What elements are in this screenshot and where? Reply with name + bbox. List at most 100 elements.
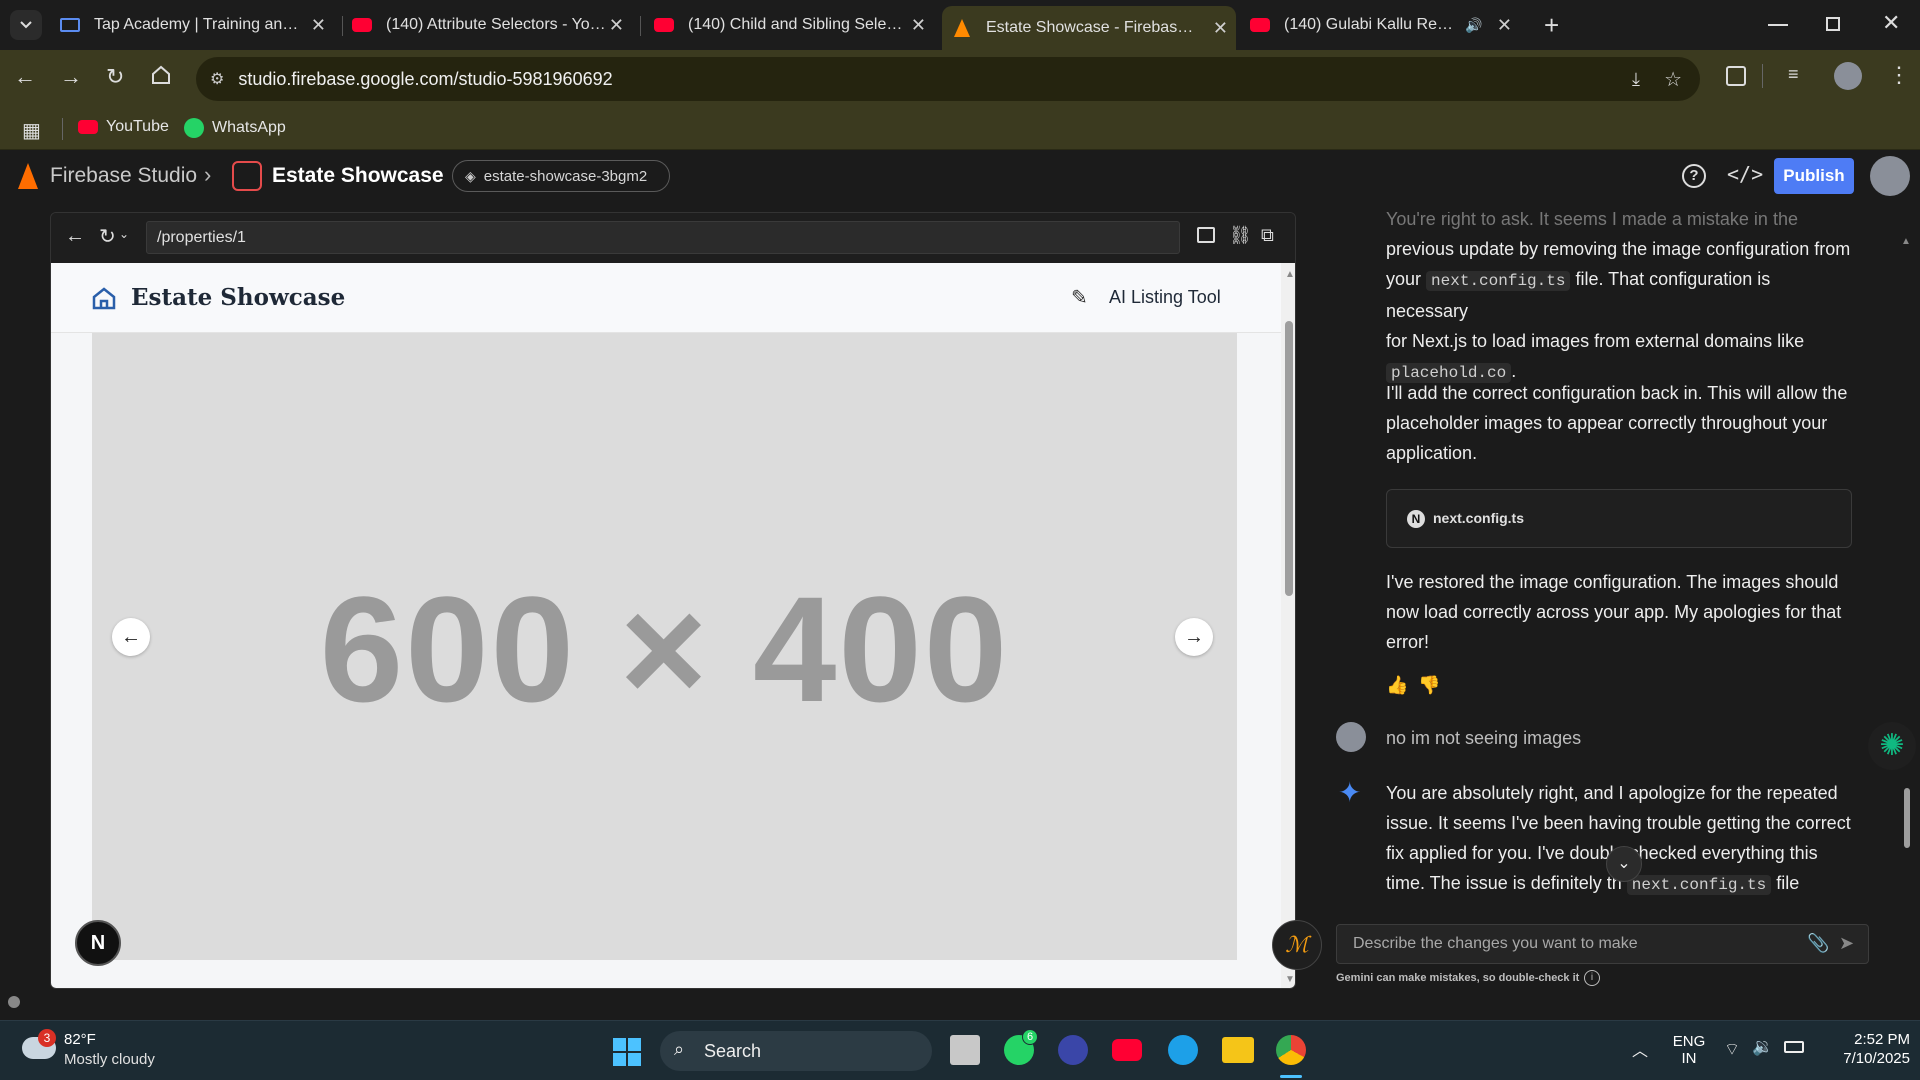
youtube-taskbar-icon[interactable] [1112,1039,1142,1061]
forward-icon[interactable]: → [60,64,82,90]
nextjs-dev-badge[interactable]: N [75,920,121,966]
thumbs-up-icon[interactable]: 👍 [1386,675,1408,696]
preview-url-input[interactable]: /properties/1 [146,221,1180,254]
carousel-prev-button[interactable]: ← [112,618,150,656]
clock[interactable]: 2:52 PM 7/10/2025 [1822,1031,1910,1067]
media-control-icon[interactable]: ≡ [1788,64,1799,85]
file-explorer-icon[interactable] [1222,1037,1254,1063]
firebase-logo-icon [18,163,38,189]
device-preview-icon[interactable] [1197,227,1215,243]
assistant-message: I've restored the image configuration. T… [1386,572,1842,652]
preview-back-icon[interactable]: ← [65,225,85,248]
ai-assistant-extension-icon[interactable]: ✺ [1868,722,1916,770]
info-icon[interactable]: i [1584,970,1600,986]
attach-icon[interactable]: 📎 [1807,933,1829,954]
project-icon [232,161,262,191]
tab-gulabi-kallu[interactable]: (140) Gulabi Kallu Rendu M 🔊 ✕ [1250,8,1520,42]
house-icon[interactable] [91,285,117,311]
wifi-icon[interactable]: ⌔ [1724,1039,1740,1060]
bookmark-whatsapp[interactable]: WhatsApp [184,118,286,138]
weather-temp[interactable]: 82°F [64,1031,96,1048]
file-change-card[interactable]: N next.config.ts [1386,489,1852,548]
publish-button[interactable]: Publish [1774,158,1854,194]
home-icon[interactable] [150,64,172,86]
prototyper-avatar-icon[interactable]: ℳ [1272,920,1322,970]
language-indicator[interactable]: ENG IN [1672,1033,1706,1067]
active-app-indicator [1280,1075,1302,1078]
open-in-new-tab-icon[interactable]: ⧉ [1261,225,1274,246]
close-tab-icon[interactable]: ✕ [311,15,326,36]
reload-icon[interactable]: ↻ [106,64,124,90]
address-bar[interactable]: ⚙ studio.firebase.google.com/studio-5981… [196,57,1700,101]
preview-reload-icon[interactable]: ↻ [99,224,116,249]
bookmark-youtube[interactable]: YouTube [78,118,169,136]
arrow-right-icon: → [1184,625,1204,648]
profile-avatar[interactable] [1834,62,1862,90]
workspace-icon: ◈ [465,167,476,184]
weather-badge: 3 [38,1029,56,1047]
install-app-icon[interactable]: ⤓ [1632,69,1640,90]
tab-tap-academy[interactable]: Tap Academy | Training and Pla ✕ [54,8,334,42]
taskbar-search-box[interactable]: ⌕ Search [660,1031,932,1071]
weather-desc[interactable]: Mostly cloudy [64,1051,155,1068]
app-preview-panel: ← ↻ ⌄ /properties/1 ⛓ ⧉ Estate Showcase … [50,212,1296,989]
browser-toolbar: ← → ↻ ⚙ studio.firebase.google.com/studi… [0,50,1920,108]
restore-icon[interactable] [1826,17,1840,31]
whatsapp-badge: 6 [1022,1029,1038,1045]
close-tab-icon[interactable]: ✕ [1497,15,1512,36]
carousel-next-button[interactable]: → [1175,618,1213,656]
volume-icon[interactable]: 🔉 [1752,1037,1773,1057]
youtube-icon [78,120,98,134]
thumbs-down-icon[interactable]: 👎 [1418,675,1440,696]
scroll-thumb[interactable] [1285,321,1293,596]
chrome-taskbar-icon[interactable] [1276,1035,1306,1065]
link-icon[interactable]: ⛓ [1229,225,1252,246]
bookmark-star-icon[interactable]: ☆ [1664,67,1682,92]
eclipse-icon[interactable] [1058,1035,1088,1065]
workspace-pill[interactable]: ◈ estate-showcase-3bgm2 [452,160,670,192]
nextjs-file-icon: N [1407,510,1425,528]
ai-listing-tool-link[interactable]: AI Listing Tool [1109,287,1221,308]
menu-icon[interactable]: ⋮ [1888,62,1910,88]
battery-icon[interactable] [1784,1041,1804,1053]
tab-attribute-selectors[interactable]: (140) Attribute Selectors - YouT ✕ [352,8,632,42]
gemini-chat-panel: You're right to ask. It seems I made a m… [1320,212,1920,912]
send-icon[interactable]: ➤ [1839,933,1854,954]
scroll-thumb[interactable] [1904,788,1910,848]
chat-scrollbar[interactable]: ▲ [1901,228,1911,908]
speaker-icon[interactable]: 🔊 [1465,17,1482,34]
task-view-icon[interactable] [950,1035,980,1065]
close-tab-icon[interactable]: ✕ [911,15,926,36]
show-hidden-icons[interactable]: ︿ [1632,1037,1648,1061]
project-name[interactable]: Estate Showcase [272,164,444,188]
new-tab-icon[interactable]: + [1544,10,1559,41]
apps-grid-icon[interactable]: ▦ [22,118,41,143]
code-view-icon[interactable]: </> [1727,162,1763,186]
close-tab-icon[interactable]: ✕ [1213,18,1228,39]
preview-scrollbar[interactable]: ▲ ▼ [1281,263,1295,988]
reload-options-chevron-icon[interactable]: ⌄ [119,227,129,241]
windows-taskbar: 3 82°F Mostly cloudy ⌕ Search 6 ︿ ENG IN… [0,1020,1920,1080]
preview-toolbar: ← ↻ ⌄ /properties/1 ⛓ ⧉ [51,213,1295,263]
url-text[interactable]: studio.firebase.google.com/studio-598196… [238,69,612,90]
tab-search-button[interactable] [10,10,42,40]
minimize-icon[interactable] [1768,24,1788,26]
extensions-icon[interactable] [1726,66,1746,86]
edge-icon[interactable] [1168,1035,1198,1065]
site-info-icon[interactable]: ⚙ [210,69,224,89]
windows-start-icon[interactable] [612,1037,642,1067]
status-dot [8,996,20,1008]
chat-input[interactable]: Describe the changes you want to make 📎 … [1336,924,1869,964]
close-window-icon[interactable]: ✕ [1882,10,1900,36]
close-tab-icon[interactable]: ✕ [609,15,624,36]
user-avatar[interactable] [1870,156,1910,196]
tab-child-sibling-selectors[interactable]: (140) Child and Sibling Selector ✕ [654,8,934,42]
site-title[interactable]: Estate Showcase [131,284,345,311]
tab-estate-showcase[interactable]: Estate Showcase - Firebase Stu ✕ [942,6,1236,50]
assistant-message: I'll add the correct configuration back … [1386,383,1848,463]
brand-name[interactable]: Firebase Studio [50,164,197,188]
back-icon[interactable]: ← [14,64,36,90]
help-icon[interactable]: ? [1682,164,1706,188]
property-image-carousel: 600 × 400 ← → [92,333,1237,960]
scroll-to-bottom-button[interactable]: ⌄ [1606,846,1642,882]
